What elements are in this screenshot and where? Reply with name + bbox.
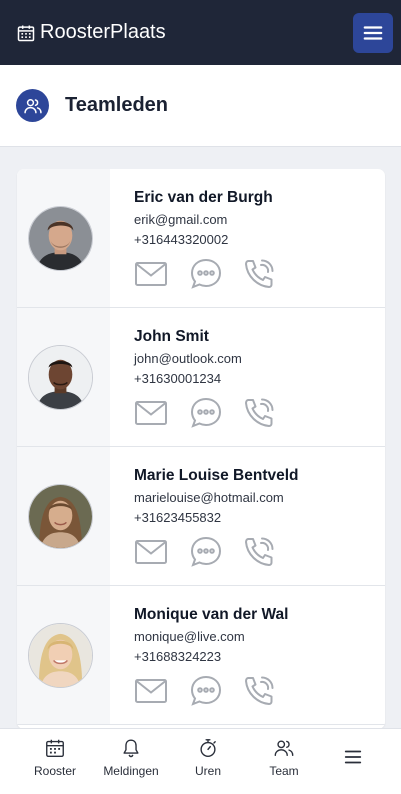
top-bar: Rooster Plaats	[0, 0, 401, 65]
calendar-icon	[46, 739, 64, 757]
member-name: John Smit	[134, 328, 209, 345]
nav-item-more[interactable]	[318, 746, 388, 768]
mail-icon	[135, 262, 167, 286]
brand-logo[interactable]: Rooster Plaats	[16, 21, 166, 44]
nav-label-meldingen: Meldingen	[103, 764, 159, 778]
stopwatch-icon	[200, 739, 216, 757]
send-message-button[interactable]	[189, 396, 223, 430]
phone-call-icon	[245, 398, 274, 427]
member-name: Monique van der Wal	[134, 606, 289, 623]
nav-label-team: Team	[269, 764, 299, 778]
phone-call-icon	[245, 537, 274, 566]
mail-icon	[135, 401, 167, 425]
send-email-button[interactable]	[134, 674, 168, 708]
member-phone[interactable]: +31623455832	[134, 510, 221, 525]
phone-call-icon	[245, 259, 274, 288]
page-title: Teamleden	[65, 94, 168, 116]
call-button[interactable]	[242, 257, 276, 291]
mail-icon	[135, 540, 167, 564]
chat-bubble-icon	[190, 397, 222, 428]
contact-actions	[134, 674, 294, 708]
member-email[interactable]: erik@gmail.com	[134, 212, 227, 227]
brand-name-part1: Rooster	[40, 21, 111, 43]
call-button[interactable]	[242, 396, 276, 430]
team-member-card[interactable]: Eric van der Burgh erik@gmail.com +31644…	[17, 169, 385, 308]
send-message-button[interactable]	[189, 257, 223, 291]
contact-actions	[134, 396, 294, 430]
nav-item-rooster[interactable]: Rooster	[20, 737, 90, 778]
send-email-button[interactable]	[134, 535, 168, 569]
member-phone[interactable]: +316443320002	[134, 232, 228, 247]
team-member-list: Eric van der Burgh erik@gmail.com +31644…	[17, 169, 385, 729]
send-email-button[interactable]	[134, 257, 168, 291]
contact-actions	[134, 535, 294, 569]
phone-call-icon	[245, 676, 274, 705]
member-email[interactable]: monique@live.com	[134, 629, 245, 644]
users-icon	[274, 740, 294, 757]
nav-label-rooster: Rooster	[33, 764, 77, 778]
chat-bubble-icon	[190, 675, 222, 706]
bell-icon	[123, 739, 139, 758]
contact-actions	[134, 257, 294, 291]
chat-bubble-icon	[190, 258, 222, 289]
mail-icon	[135, 679, 167, 703]
team-member-card[interactable]: Monique van der Wal monique@live.com +31…	[17, 586, 385, 725]
hamburger-menu-icon	[344, 750, 362, 764]
bottom-navigation: Rooster Meldingen Uren Team	[0, 728, 401, 794]
avatar	[28, 484, 93, 549]
brand-name-part2: Plaats	[110, 21, 166, 43]
call-button[interactable]	[242, 674, 276, 708]
page-header: Teamleden	[0, 65, 401, 147]
team-member-card[interactable]: John Smit john@outlook.com +31630001234	[17, 308, 385, 447]
chat-bubble-icon	[190, 536, 222, 567]
member-email[interactable]: john@outlook.com	[134, 351, 242, 366]
send-message-button[interactable]	[189, 674, 223, 708]
send-message-button[interactable]	[189, 535, 223, 569]
avatar	[28, 345, 93, 410]
calendar-icon	[17, 25, 35, 41]
member-phone[interactable]: +31630001234	[134, 371, 221, 386]
avatar	[28, 206, 93, 271]
member-email[interactable]: marielouise@hotmail.com	[134, 490, 284, 505]
hamburger-menu-icon	[363, 25, 383, 40]
menu-button[interactable]	[353, 12, 393, 53]
nav-label-uren: Uren	[194, 764, 221, 778]
send-email-button[interactable]	[134, 396, 168, 430]
team-member-card[interactable]: Marie Louise Bentveld marielouise@hotmai…	[17, 447, 385, 586]
call-button[interactable]	[242, 535, 276, 569]
avatar	[28, 623, 93, 688]
nav-item-team[interactable]: Team	[249, 737, 319, 778]
member-name: Marie Louise Bentveld	[134, 467, 299, 484]
member-phone[interactable]: +31688324223	[134, 649, 221, 664]
member-name: Eric van der Burgh	[134, 189, 273, 206]
nav-item-meldingen[interactable]: Meldingen	[96, 737, 166, 778]
nav-item-uren[interactable]: Uren	[173, 737, 243, 778]
users-icon	[16, 89, 49, 122]
